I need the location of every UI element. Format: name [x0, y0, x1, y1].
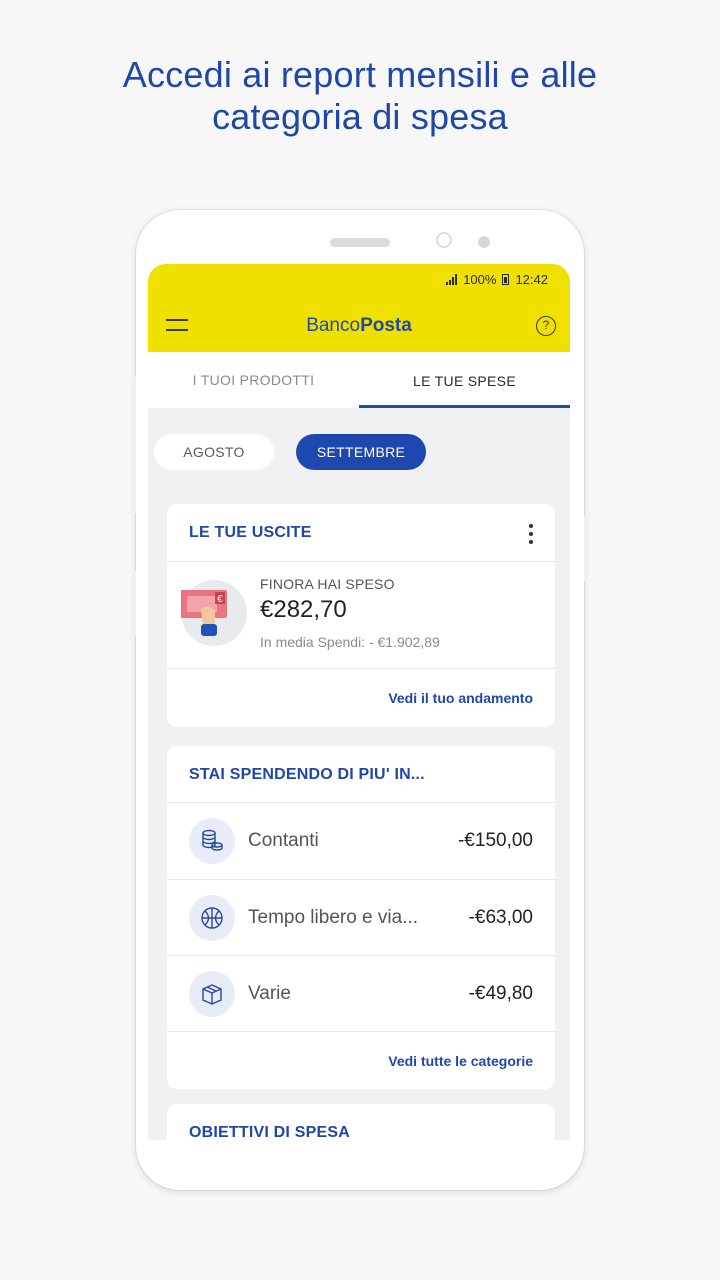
coins-icon	[189, 818, 235, 864]
money-hand-illustration: €	[179, 580, 247, 646]
month-chip-settembre[interactable]: SETTEMBRE	[296, 434, 426, 470]
goals-card: OBIETTIVI DI SPESA	[167, 1104, 555, 1140]
category-row[interactable]: Contanti -€150,00	[167, 803, 555, 879]
category-name: Varie	[248, 983, 291, 1004]
divider	[167, 1031, 555, 1032]
trend-link[interactable]: Vedi il tuo andamento	[388, 690, 533, 706]
headline-line-1: Accedi ai report mensili e alle	[122, 54, 598, 95]
app-header: 100% 12:42 BancoPosta ?	[148, 264, 570, 352]
divider	[167, 561, 555, 562]
more-options-icon[interactable]	[529, 524, 533, 548]
phone-camera	[436, 232, 452, 248]
spent-amount: €282,70	[260, 596, 347, 623]
app-screen: 100% 12:42 BancoPosta ? I TUOI PRODOTTI …	[148, 264, 570, 1140]
box-icon	[189, 971, 235, 1017]
spent-label: FINORA HAI SPESO	[260, 576, 395, 592]
help-icon[interactable]: ?	[536, 316, 556, 336]
category-amount: -€150,00	[457, 830, 533, 851]
ball-icon	[189, 895, 235, 941]
category-amount: -€63,00	[468, 907, 533, 928]
battery-icon	[502, 274, 510, 285]
uscite-card: LE TUE USCITE € FINORA HAI SPESO €282,70…	[167, 504, 555, 727]
category-name: Tempo libero e via...	[248, 907, 419, 928]
categories-title: STAI SPENDENDO DI PIU' IN...	[189, 766, 425, 783]
tab-bar: I TUOI PRODOTTI LE TUE SPESE	[148, 352, 570, 408]
categories-card: STAI SPENDENDO DI PIU' IN... Contanti -€…	[167, 746, 555, 1089]
status-bar: 100% 12:42	[446, 272, 548, 287]
all-categories-link[interactable]: Vedi tutte le categorie	[388, 1053, 533, 1069]
svg-text:€: €	[217, 594, 223, 605]
phone-sensor	[478, 236, 490, 248]
headline-line-2: categoria di spesa	[212, 96, 508, 137]
phone-side-button	[132, 376, 136, 514]
goals-title: OBIETTIVI DI SPESA	[189, 1124, 350, 1140]
tab-spese[interactable]: LE TUE SPESE	[359, 352, 570, 408]
category-row[interactable]: Varie -€49,80	[167, 956, 555, 1032]
clock: 12:42	[515, 272, 548, 287]
promo-headline: Accedi ai report mensili e alle categori…	[0, 54, 720, 138]
phone-speaker	[330, 238, 390, 247]
phone-side-button	[132, 570, 136, 636]
phone-frame: 100% 12:42 BancoPosta ? I TUOI PRODOTTI …	[132, 210, 588, 1190]
category-name: Contanti	[248, 830, 319, 851]
bancoposta-logo: BancoPosta	[306, 315, 412, 336]
tab-prodotti[interactable]: I TUOI PRODOTTI	[148, 352, 359, 408]
average-spend: In media Spendi: - €1.902,89	[260, 634, 440, 650]
month-chip-agosto[interactable]: AGOSTO	[154, 434, 274, 470]
category-row[interactable]: Tempo libero e via... -€63,00	[167, 880, 555, 956]
phone-side-button	[584, 516, 588, 582]
category-amount: -€49,80	[468, 983, 533, 1004]
signal-icon	[446, 274, 458, 285]
battery-level: 100%	[463, 272, 497, 287]
divider	[167, 668, 555, 669]
uscite-title: LE TUE USCITE	[189, 524, 312, 541]
